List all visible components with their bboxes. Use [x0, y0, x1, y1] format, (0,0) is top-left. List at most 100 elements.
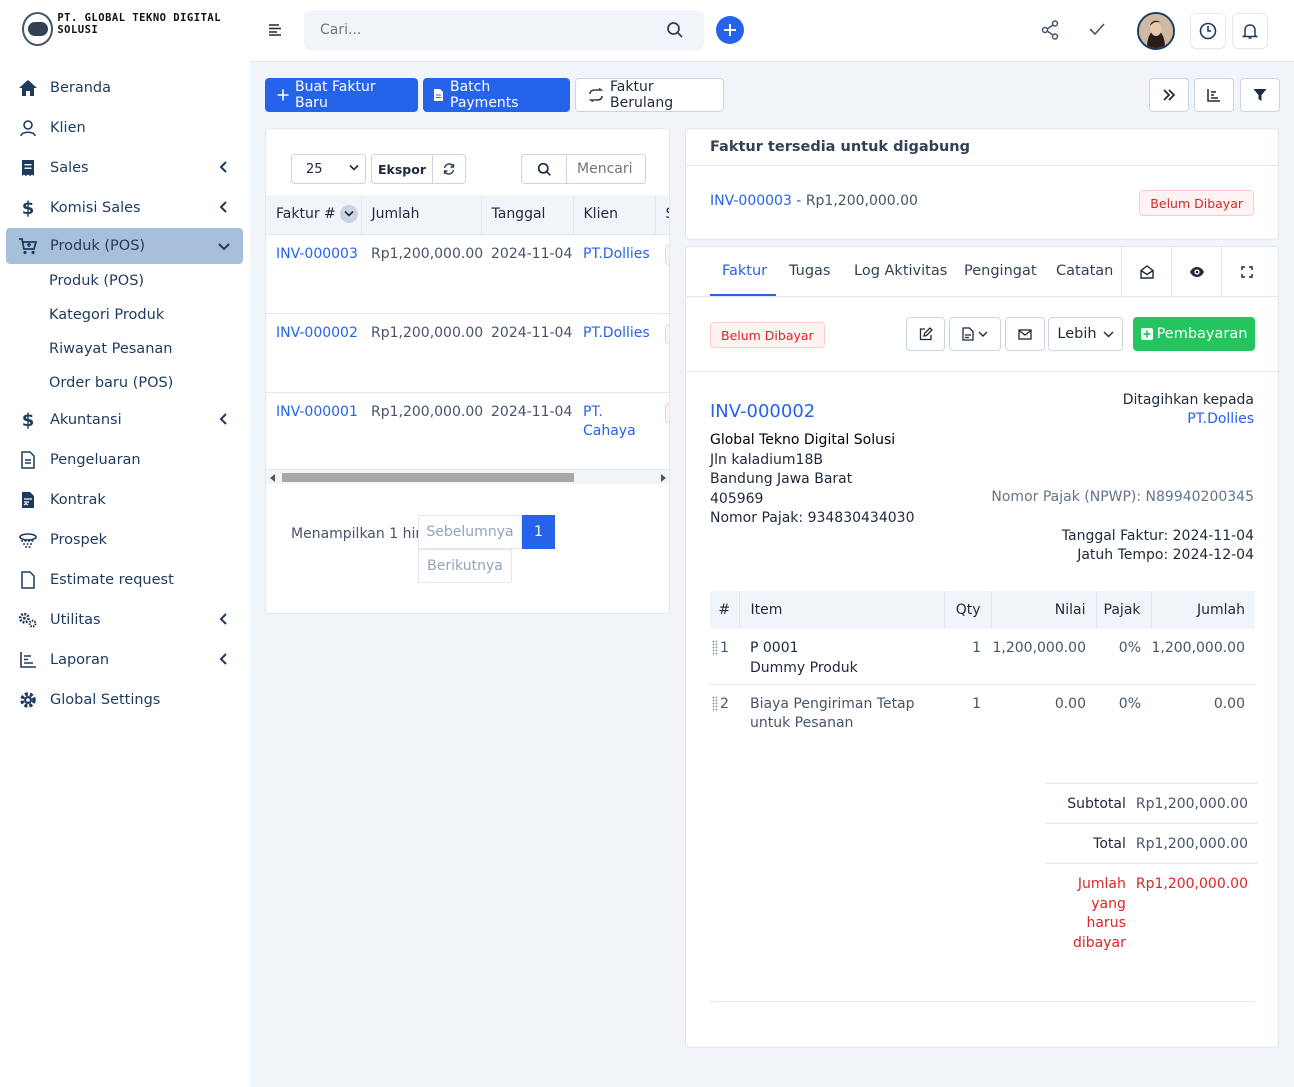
status-badge	[665, 402, 669, 423]
tab-faktur[interactable]: Faktur	[722, 263, 767, 279]
sort-chevron-down-icon[interactable]	[339, 205, 358, 224]
tab-email[interactable]	[1121, 247, 1171, 297]
pdf-dropdown-button[interactable]	[949, 317, 1001, 351]
search-icon	[522, 155, 567, 183]
invoice-link[interactable]: INV-000003	[276, 246, 358, 262]
avatar[interactable]	[1137, 12, 1175, 50]
drag-handle-icon[interactable]	[712, 640, 718, 656]
previous-page-button[interactable]: Sebelumnya	[418, 515, 522, 549]
search-input[interactable]	[304, 10, 634, 50]
scrollbar-thumb[interactable]	[282, 473, 574, 482]
chevron-down-icon	[978, 331, 988, 338]
items-header-row: # Item Qty Nilai Pajak Jumlah	[710, 591, 1255, 629]
quick-add-button[interactable]	[716, 16, 744, 44]
more-actions-button[interactable]: Lebih	[1048, 317, 1123, 351]
sidebar-item-klien[interactable]: Klien	[6, 108, 243, 148]
sidebar-item-beranda[interactable]: Beranda	[6, 68, 243, 108]
page-size-select[interactable]: 25	[291, 154, 366, 184]
items-col-qty: Qty	[944, 591, 992, 629]
page-1-button[interactable]: 1	[522, 515, 555, 549]
share-icon[interactable]	[1041, 20, 1059, 40]
invoice-link[interactable]: INV-000001	[276, 404, 358, 420]
sidebar-item-laporan[interactable]: Laporan	[6, 640, 243, 680]
item-name: P 0001	[750, 640, 799, 656]
sidebar-item-kontrak[interactable]: Kontrak	[6, 480, 243, 520]
list-search-input[interactable]	[567, 155, 645, 183]
plus-icon	[277, 89, 289, 101]
refresh-icon	[443, 163, 455, 175]
status-badge	[665, 244, 669, 265]
table-row[interactable]: INV-000003 Rp1,200,000.00 2024-11-04 PT.…	[266, 233, 669, 313]
company-tax-number: Nomor Pajak: 934830434030	[710, 510, 915, 526]
add-payment-button[interactable]: Pembayaran	[1133, 317, 1255, 351]
divider	[686, 371, 1278, 372]
merge-invoice-amount: Rp1,200,000.00	[805, 193, 918, 209]
table-header-row: Faktur # Jumlah Tanggal Klien S	[266, 195, 669, 234]
sidebar-subitem-order-baru[interactable]: Order baru (POS)	[6, 366, 243, 400]
sidebar-subitem-riwayat-pesanan[interactable]: Riwayat Pesanan	[6, 332, 243, 366]
client-link[interactable]: PT.Dollies	[583, 246, 650, 262]
column-header-client[interactable]: Klien	[573, 195, 656, 234]
item-amount: 0.00	[1213, 695, 1245, 712]
sidebar-subitem-kategori-produk[interactable]: Kategori Produk	[6, 298, 243, 332]
menu-toggle-icon[interactable]	[268, 24, 282, 36]
sidebar-item-utilitas[interactable]: Utilitas	[6, 600, 243, 640]
table-row[interactable]: INV-000002 Rp1,200,000.00 2024-11-04 PT.…	[266, 312, 669, 392]
batch-payments-button[interactable]: Batch Payments	[423, 78, 570, 112]
invoice-items-table: # Item Qty Nilai Pajak Jumlah 1 P 0001 Du…	[710, 591, 1255, 740]
double-chevron-right-icon	[1162, 89, 1176, 101]
tab-fullscreen[interactable]	[1221, 247, 1271, 297]
scroll-right-icon[interactable]	[660, 474, 666, 482]
table-row[interactable]: INV-000001 Rp1,200,000.00 2024-11-04 PT.…	[266, 391, 669, 471]
tab-tugas[interactable]: Tugas	[789, 263, 831, 279]
user-icon	[18, 118, 38, 138]
tab-log-aktivitas[interactable]: Log Aktivitas	[854, 263, 947, 279]
merge-invoice-link[interactable]: INV-000003	[710, 193, 792, 209]
company-logo[interactable]: PT. GLOBAL TEKNO DIGITAL SOLUSI	[22, 12, 250, 46]
sidebar-item-komisi-sales[interactable]: $ Komisi Sales	[6, 188, 243, 228]
sidebar-item-sales[interactable]: Sales	[6, 148, 243, 188]
column-header-status[interactable]: S	[655, 195, 669, 234]
sidebar-item-pengeluaran[interactable]: Pengeluaran	[6, 440, 243, 480]
next-page-button[interactable]: Berikutnya	[418, 549, 512, 583]
horizontal-scrollbar[interactable]	[266, 469, 669, 484]
column-header-amount[interactable]: Jumlah	[361, 195, 482, 234]
sidebar-item-prospek[interactable]: Prospek	[6, 520, 243, 560]
client-link[interactable]: PT. Cahaya	[583, 404, 636, 440]
bill-to-client-link[interactable]: PT.Dollies	[1187, 411, 1254, 427]
tab-preview[interactable]	[1171, 247, 1221, 297]
notifications-button[interactable]	[1232, 13, 1268, 49]
total-value: Rp1,200,000.00	[1135, 823, 1258, 864]
tab-pengingat[interactable]: Pengingat	[964, 263, 1037, 279]
tab-catatan[interactable]: Catatan	[1056, 263, 1113, 279]
search-icon[interactable]	[666, 21, 684, 39]
recurring-invoices-button[interactable]: Faktur Berulang	[575, 78, 724, 112]
expand-panel-button[interactable]	[1149, 78, 1189, 112]
reports-button[interactable]	[1194, 78, 1234, 112]
drag-handle-icon[interactable]	[712, 695, 718, 712]
sidebar-item-label: Produk (POS)	[50, 238, 146, 254]
send-email-button[interactable]	[1005, 317, 1045, 351]
sidebar-item-estimate-request[interactable]: Estimate request	[6, 560, 243, 600]
recurring-invoices-label: Faktur Berulang	[610, 79, 674, 111]
scroll-left-icon[interactable]	[270, 474, 276, 482]
filter-button[interactable]	[1240, 78, 1280, 112]
sidebar-subitem-produk-pos[interactable]: Produk (POS)	[6, 264, 243, 298]
invoice-link[interactable]: INV-000002	[276, 325, 358, 341]
column-header-date[interactable]: Tanggal	[481, 195, 574, 234]
export-button[interactable]: Ekspor	[372, 155, 433, 183]
amount-due-label: Jumlah yang harus dibayar	[1045, 863, 1136, 953]
timer-button[interactable]	[1190, 13, 1226, 49]
sidebar-item-global-settings[interactable]: Global Settings	[6, 680, 243, 720]
plus-icon	[723, 23, 737, 37]
sidebar-item-label: Utilitas	[50, 612, 101, 628]
envelope-icon	[1018, 328, 1032, 340]
column-header-invoice[interactable]: Faktur #	[266, 195, 362, 234]
new-invoice-button[interactable]: Buat Faktur Baru	[265, 78, 418, 112]
edit-invoice-button[interactable]	[906, 317, 945, 351]
reload-button[interactable]	[433, 155, 465, 183]
sidebar-item-produk-pos[interactable]: Produk (POS)	[6, 228, 243, 264]
check-icon[interactable]	[1089, 22, 1105, 36]
client-link[interactable]: PT.Dollies	[583, 325, 650, 341]
sidebar-item-akuntansi[interactable]: $ Akuntansi	[6, 400, 243, 440]
